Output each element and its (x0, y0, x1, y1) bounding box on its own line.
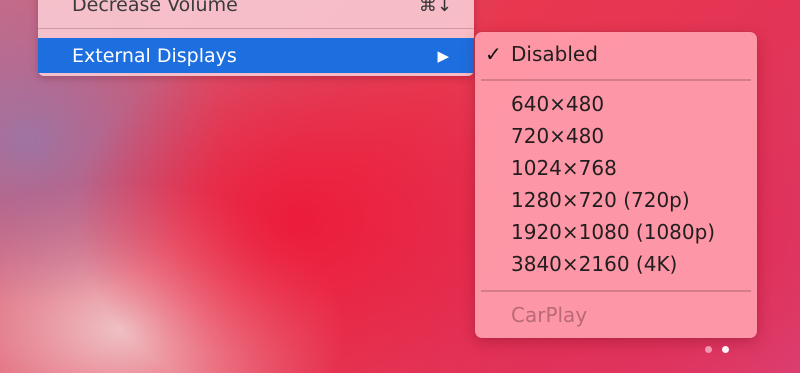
menu-separator (38, 28, 474, 29)
submenu-arrow-icon: ▶ (437, 46, 449, 65)
submenu-item-label: 1280×720 (720p) (511, 188, 690, 212)
menu-item-external-displays[interactable]: External Displays ▶ (38, 38, 474, 73)
submenu-item-disabled[interactable]: ✓ Disabled (475, 38, 757, 70)
menu-item-label: Decrease Volume (72, 0, 238, 16)
submenu-item-label: 1920×1080 (1080p) (511, 220, 716, 244)
submenu-item-3840x2160[interactable]: 3840×2160 (4K) (475, 248, 757, 280)
page-indicator (705, 346, 729, 353)
submenu-item-label: 640×480 (511, 92, 605, 116)
page-dot-active[interactable] (722, 346, 729, 353)
submenu-item-label: 1024×768 (511, 156, 617, 180)
menu-item-decrease-volume[interactable]: Decrease Volume ⌘↓ (38, 0, 474, 20)
submenu-item-1280x720[interactable]: 1280×720 (720p) (475, 184, 757, 216)
keyboard-shortcut: ⌘↓ (418, 0, 452, 16)
submenu-item-1024x768[interactable]: 1024×768 (475, 152, 757, 184)
menu-separator (481, 290, 751, 292)
menu-separator (481, 79, 751, 81)
submenu-item-640x480[interactable]: 640×480 (475, 88, 757, 120)
desktop-wallpaper: Decrease Volume ⌘↓ External Displays ▶ ✓… (0, 0, 800, 373)
submenu-item-label: 3840×2160 (4K) (511, 252, 678, 276)
page-dot[interactable] (705, 346, 712, 353)
submenu-item-label: 720×480 (511, 124, 605, 148)
submenu-item-carplay: CarPlay (475, 299, 757, 331)
submenu-item-1920x1080[interactable]: 1920×1080 (1080p) (475, 216, 757, 248)
checkmark-icon: ✓ (485, 42, 502, 66)
submenu-item-label: Disabled (511, 42, 598, 66)
external-displays-submenu: ✓ Disabled 640×480 720×480 1024×768 1280… (475, 32, 757, 338)
menu-item-label: External Displays (72, 44, 237, 67)
submenu-item-720x480[interactable]: 720×480 (475, 120, 757, 152)
parent-menu: Decrease Volume ⌘↓ External Displays ▶ (38, 0, 474, 76)
submenu-item-label: CarPlay (511, 303, 588, 327)
